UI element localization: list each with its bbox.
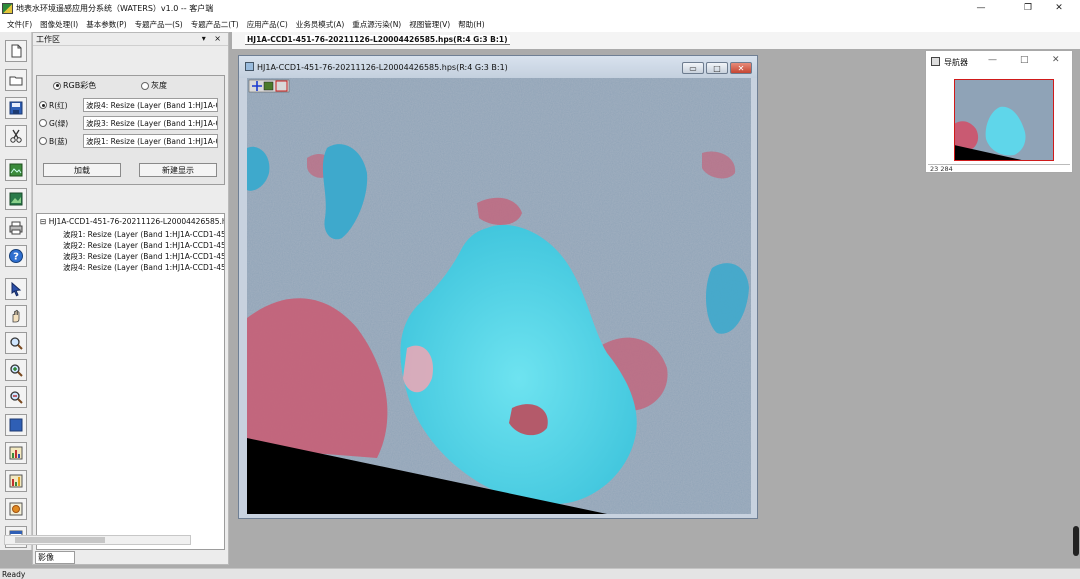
tab-image-label: 影像 [38, 553, 54, 562]
channel-green-row: G(绿) [39, 116, 68, 130]
new-icon[interactable] [5, 40, 27, 62]
title-bar: 地表水环境遥感应用分系统（WATERS）v1.0 -- 客户端 — ❐ ✕ [0, 0, 1080, 16]
navigator-status: 23 284 [928, 164, 1070, 173]
document-tab-bar: HJ1A-CCD1-451-76-20211126-L20004426585.h… [232, 32, 1080, 49]
tab-image[interactable]: 影像 [35, 551, 75, 564]
scrollbar-thumb[interactable] [15, 537, 105, 543]
tree-band-item[interactable]: 波段4: Resize (Layer (Band 1:HJ1A-CCD1-451 [63, 262, 224, 273]
channel-red-label: R(红) [49, 100, 68, 110]
workspace-header-buttons[interactable]: ▾ × [202, 34, 224, 43]
main-vertical-scrollbar-thumb[interactable] [1073, 526, 1079, 556]
channel-blue-select[interactable]: 波段1: Resize (Layer (Band 1:HJ1A-C [83, 134, 218, 148]
workspace-panel: 工作区 ▾ × RGB彩色 灰度 R(红) 波段4: Resize (Layer… [32, 32, 229, 565]
image-maximize-button[interactable]: □ [706, 62, 728, 74]
mode-gray-radio[interactable] [141, 81, 149, 90]
document-tab[interactable]: HJ1A-CCD1-451-76-20211126-L20004426585.h… [245, 35, 510, 45]
menu-bar: 文件(F) 图像处理(I) 基本参数(P) 专题产品一(S) 专题产品二(T) … [0, 16, 1080, 32]
mode-rgb-radio[interactable] [53, 81, 61, 90]
pointer-icon[interactable] [5, 278, 27, 300]
save-icon[interactable] [5, 97, 27, 119]
navigator-title: 导航器 [944, 57, 968, 67]
menu-view-management[interactable]: 视图管理(V) [406, 19, 453, 30]
navigator-window: 导航器 — □ ✕ 23 284 [925, 50, 1073, 173]
workspace-header: 工作区 ▾ × [33, 33, 228, 46]
layer-icon[interactable] [5, 159, 27, 181]
pan-hand-icon[interactable] [5, 305, 27, 327]
close-button[interactable]: ✕ [1042, 0, 1076, 16]
maximize-button[interactable]: ❐ [1011, 0, 1045, 16]
tree-band-item[interactable]: 波段1: Resize (Layer (Band 1:HJ1A-CCD1-451 [63, 229, 224, 240]
channel-green-select[interactable]: 波段3: Resize (Layer (Band 1:HJ1A-C [83, 116, 218, 130]
menu-application-products[interactable]: 应用产品(C) [244, 19, 291, 30]
image-minimize-button[interactable]: ▭ [682, 62, 704, 74]
load-button[interactable]: 加载 [43, 163, 121, 177]
tree-root-label: HJ1A-CCD1-451-76-20211126-L20004426585.h… [48, 217, 225, 226]
image-window: HJ1A-CCD1-451-76-20211126-L20004426585.h… [238, 55, 758, 519]
tree-root-item[interactable]: ⊟ HJ1A-CCD1-451-76-20211126-L20004426585… [40, 217, 225, 226]
tree-band-item[interactable]: 波段2: Resize (Layer (Band 1:HJ1A-CCD1-451 [63, 240, 224, 251]
menu-point-source-pollution[interactable]: 重点源污染(N) [349, 19, 404, 30]
help-icon[interactable]: ? [5, 245, 27, 267]
image-window-title-bar[interactable]: HJ1A-CCD1-451-76-20211126-L20004426585.h… [239, 56, 757, 78]
image-window-title: HJ1A-CCD1-451-76-20211126-L20004426585.h… [257, 62, 508, 72]
menu-thematic-products-1[interactable]: 专题产品一(S) [132, 19, 186, 30]
new-display-button[interactable]: 新建显示 [139, 163, 217, 177]
tree-collapse-icon[interactable]: ⊟ [40, 217, 46, 226]
channel-blue-label: B(蓝) [49, 136, 68, 146]
satellite-image[interactable] [247, 78, 751, 514]
navigator-maximize-button[interactable]: □ [1020, 55, 1029, 65]
mode-rgb-label: RGB彩色 [63, 81, 97, 90]
tree-horizontal-scrollbar[interactable] [4, 535, 191, 545]
channel-blue-radio[interactable] [39, 137, 47, 145]
channel-red-select[interactable]: 波段4: Resize (Layer (Band 1:HJ1A-C [83, 98, 218, 112]
layer-tree: ⊟ HJ1A-CCD1-451-76-20211126-L20004426585… [36, 213, 225, 550]
image-window-icon [245, 62, 254, 71]
menu-basic-parameters[interactable]: 基本参数(P) [83, 19, 129, 30]
channel-red-row: R(红) [39, 98, 68, 112]
chart-icon[interactable] [5, 470, 27, 492]
print-icon[interactable] [5, 217, 27, 239]
zoom-out-icon[interactable] [5, 386, 27, 408]
pan-icon[interactable] [263, 81, 274, 91]
mode-gray-option[interactable]: 灰度 [141, 80, 167, 91]
app-title: 地表水环境遥感应用分系统（WATERS）v1.0 -- 客户端 [16, 3, 214, 13]
workspace-title: 工作区 [36, 34, 60, 44]
channel-green-radio[interactable] [39, 119, 47, 127]
image-icon[interactable] [5, 188, 27, 210]
channel-red-radio[interactable] [39, 101, 47, 109]
full-extent-icon[interactable] [5, 414, 27, 436]
navigator-close-button[interactable]: ✕ [1052, 55, 1060, 65]
zoom-icon[interactable] [5, 332, 27, 354]
cut-icon[interactable] [5, 125, 27, 147]
navigator-thumbnail[interactable] [954, 79, 1054, 161]
open-icon[interactable] [5, 69, 27, 91]
image-close-button[interactable]: ✕ [730, 62, 752, 74]
histogram-icon[interactable] [5, 442, 27, 464]
minimize-button[interactable]: — [964, 0, 998, 16]
tree-band-item[interactable]: 波段3: Resize (Layer (Band 1:HJ1A-CCD1-451 [63, 251, 224, 262]
status-bar: Ready [0, 568, 1080, 579]
channel-green-label: G(绿) [49, 118, 69, 128]
svg-text:?: ? [13, 252, 19, 263]
export-icon[interactable] [5, 498, 27, 520]
zoom-in-icon[interactable] [5, 359, 27, 381]
status-text: Ready [2, 569, 26, 579]
tool-bar: ? [0, 32, 32, 550]
mode-gray-label: 灰度 [151, 81, 167, 90]
menu-operator-mode[interactable]: 业务员模式(A) [293, 19, 347, 30]
menu-image-processing[interactable]: 图像处理(I) [37, 19, 81, 30]
menu-file[interactable]: 文件(F) [4, 19, 35, 30]
navigator-icon [931, 57, 940, 66]
mode-rgb-option[interactable]: RGB彩色 [53, 80, 96, 91]
channel-blue-row: B(蓝) [39, 134, 68, 148]
menu-help[interactable]: 帮助(H) [455, 19, 488, 30]
app-logo-icon [2, 2, 13, 14]
navigator-minimize-button[interactable]: — [988, 55, 997, 65]
menu-thematic-products-2[interactable]: 专题产品二(T) [188, 19, 242, 30]
navigator-title-bar[interactable]: 导航器 — □ ✕ [926, 51, 1072, 73]
